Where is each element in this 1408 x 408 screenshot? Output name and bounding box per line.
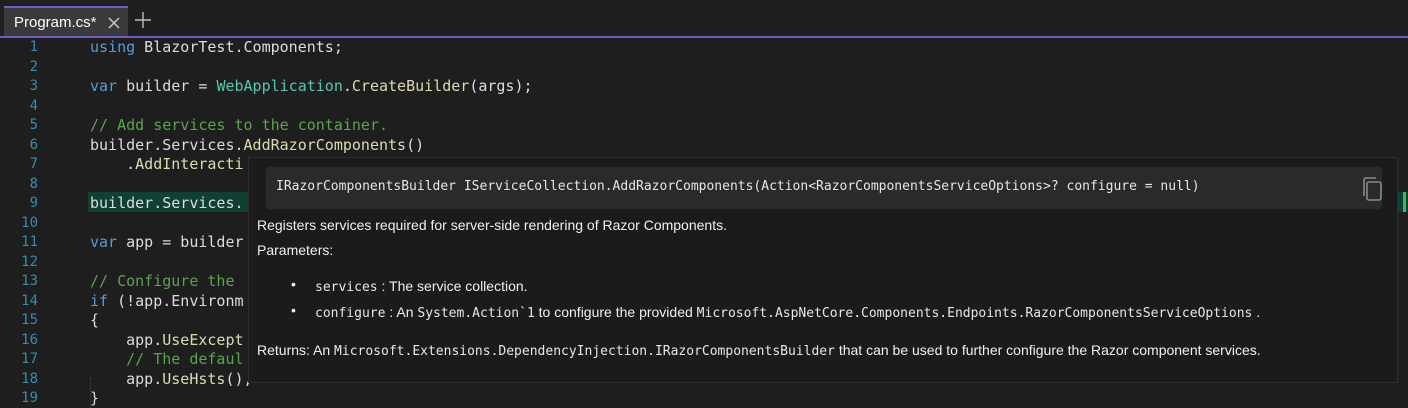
line-number: 4	[29, 98, 38, 114]
tab-program-cs[interactable]: Program.cs*	[4, 6, 128, 37]
change-marker	[1403, 192, 1406, 212]
line-number: 7	[29, 156, 38, 172]
method-signature: IRazorComponentsBuilder IServiceCollecti…	[276, 179, 1200, 194]
code-line-3: var builder = WebApplication.CreateBuild…	[90, 77, 533, 95]
code-line-19: }	[90, 389, 100, 407]
close-icon[interactable]	[106, 15, 122, 31]
returns-text: Returns: An Microsoft.Extensions.Depende…	[257, 342, 1261, 359]
param-services: services : The service collection.	[315, 278, 528, 295]
code-line-7: .AddInteracti	[90, 155, 244, 173]
line-number: 16	[21, 332, 38, 348]
tab-bar: Program.cs*	[0, 0, 1408, 38]
code-line-5: // Add services to the container.	[90, 116, 389, 134]
param-configure: configure : An System.Action`1 to config…	[315, 304, 1261, 321]
copy-icon[interactable]	[1358, 175, 1386, 203]
code-line-9: builder.Services.	[90, 194, 244, 212]
line-number: 17	[21, 351, 38, 367]
line-number: 2	[29, 59, 38, 75]
line-number: 6	[29, 137, 38, 153]
line-number-gutter: 1 2 3 4 5 6 7 8 9 10 11 12 13 14 15 16 1…	[0, 38, 70, 408]
code-line-15: {	[90, 311, 100, 329]
line-number: 14	[21, 293, 38, 309]
tab-label: Program.cs*	[14, 14, 97, 31]
code-line-16: app.UseExcept	[90, 331, 244, 349]
code-line-18: app.UseHsts(),	[90, 370, 253, 388]
line-number: 13	[21, 273, 38, 289]
line-number: 12	[21, 254, 38, 270]
line-number: 5	[29, 117, 38, 133]
line-number: 10	[21, 215, 38, 231]
bullet-dot: •	[291, 302, 296, 318]
code-line-14: if (!app.Environm	[90, 292, 244, 310]
line-number: 8	[29, 176, 38, 192]
code-line-11: var app = builder	[90, 233, 244, 251]
line-number: 1	[29, 39, 38, 55]
line-number: 11	[21, 234, 38, 250]
code-line-13: // Configure the	[90, 272, 244, 290]
signature-box: IRazorComponentsBuilder IServiceCollecti…	[266, 167, 1382, 209]
bullet-dot: •	[291, 276, 296, 292]
quick-info-tooltip: IRazorComponentsBuilder IServiceCollecti…	[248, 157, 1398, 383]
summary-text: Registers services required for server-s…	[257, 217, 727, 233]
line-number: 19	[21, 390, 38, 406]
parameters-heading: Parameters:	[257, 242, 334, 258]
line-number: 9	[29, 195, 38, 211]
plus-icon[interactable]	[134, 11, 152, 29]
line-number: 3	[29, 78, 38, 94]
line-number: 18	[21, 371, 38, 387]
code-line-6: builder.Services.AddRazorComponents()	[90, 136, 425, 154]
code-line-1: using BlazorTest.Components;	[90, 38, 343, 56]
line-number: 15	[21, 312, 38, 328]
code-line-17: // The defaul	[90, 350, 244, 368]
